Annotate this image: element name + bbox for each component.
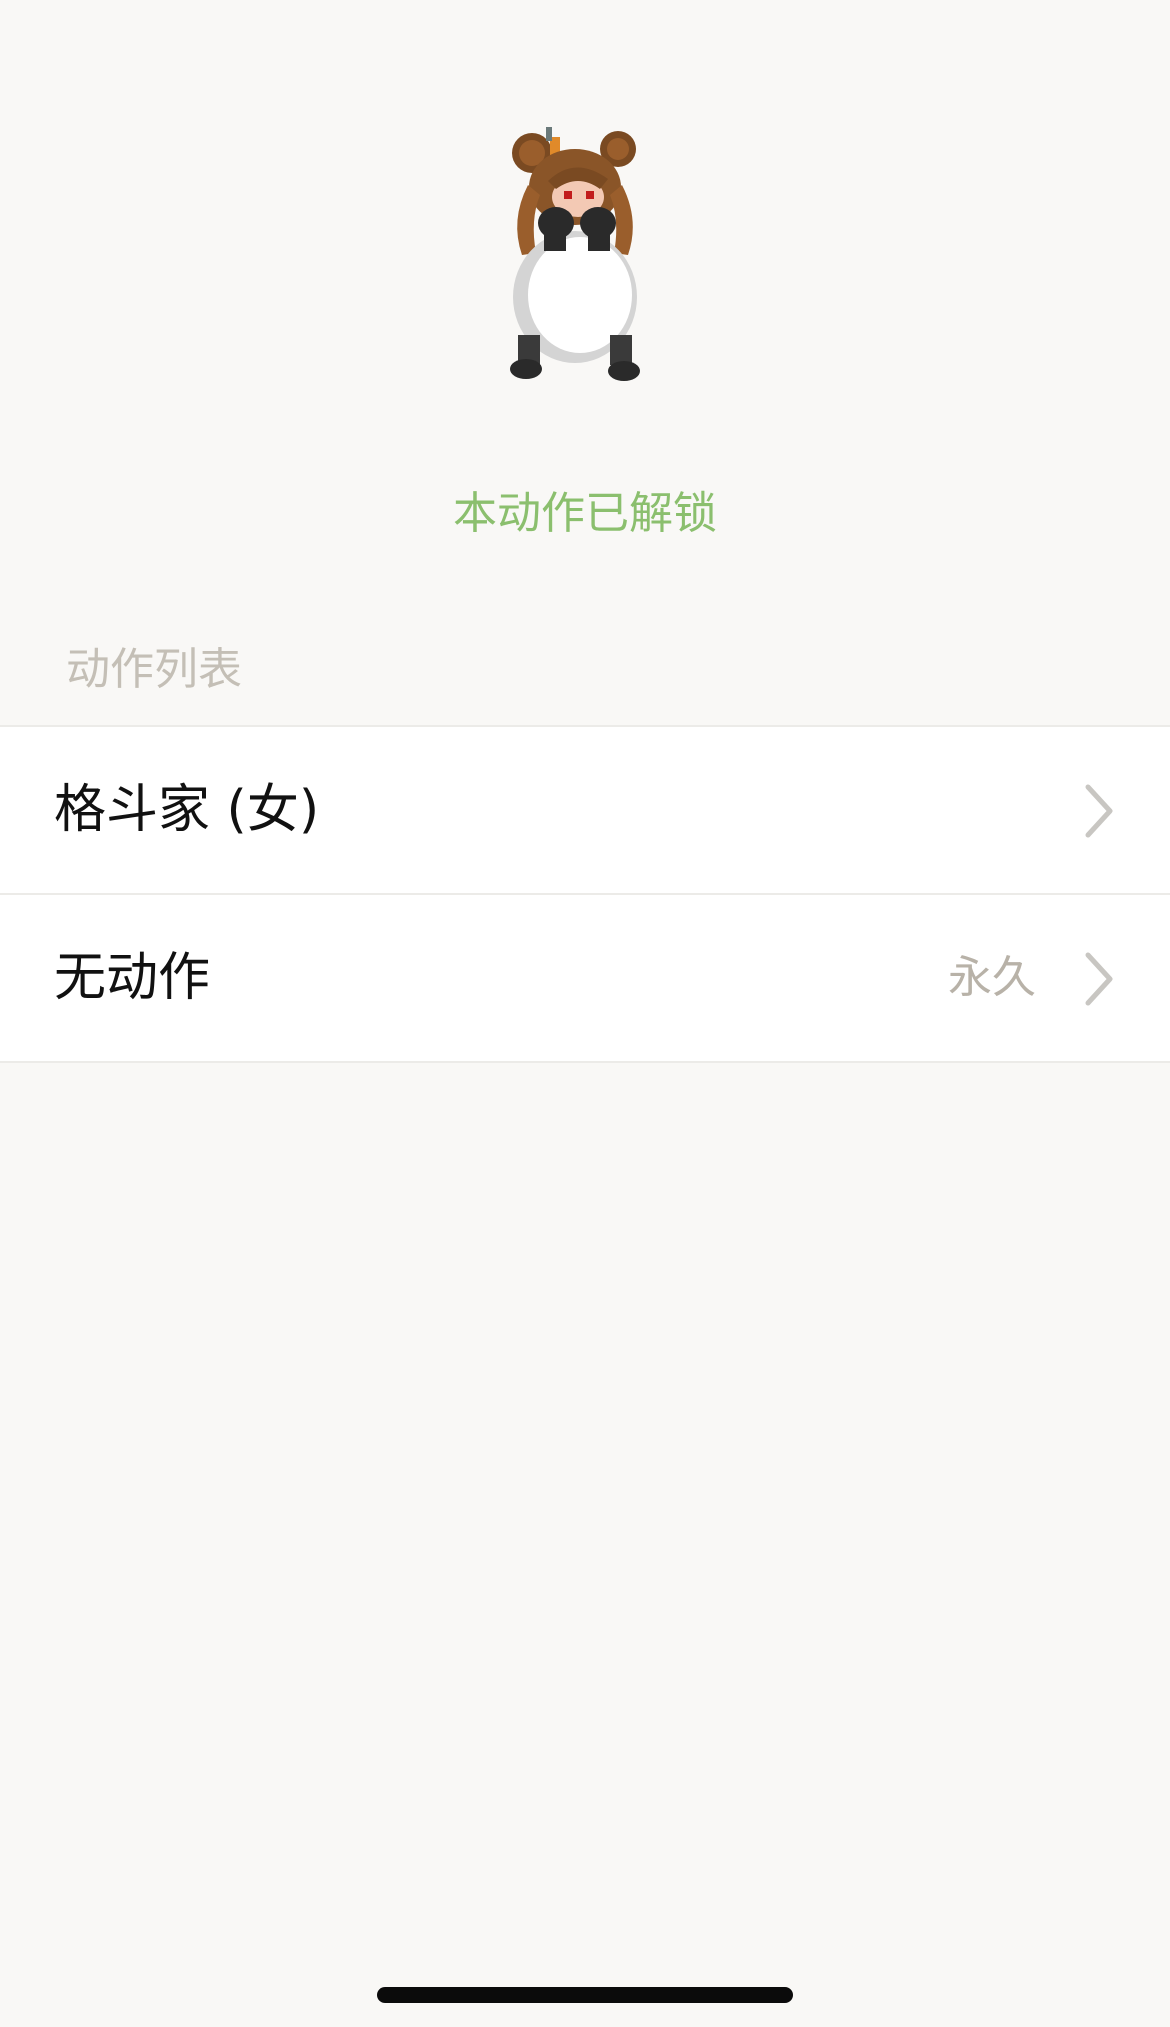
chevron-right-icon [1082, 783, 1116, 839]
pixel-character-icon [500, 125, 650, 385]
action-list: 格斗家 (女) 无动作 永久 [0, 725, 1170, 1063]
chevron-right-icon [1082, 951, 1116, 1007]
home-indicator[interactable] [377, 1987, 793, 2003]
list-item-duration: 永久 [948, 952, 1036, 1003]
action-detail-page: 本动作已解锁 动作列表 格斗家 (女) 无动作 永久 [0, 0, 1170, 2027]
list-item-no-action[interactable]: 无动作 永久 [0, 895, 1170, 1063]
list-item-fighter-female[interactable]: 格斗家 (女) [0, 727, 1170, 895]
list-item-title: 无动作 [54, 948, 211, 1008]
list-item-title: 格斗家 (女) [54, 780, 320, 840]
unlock-status-text: 本动作已解锁 [453, 488, 717, 539]
action-list-header: 动作列表 [66, 644, 242, 695]
